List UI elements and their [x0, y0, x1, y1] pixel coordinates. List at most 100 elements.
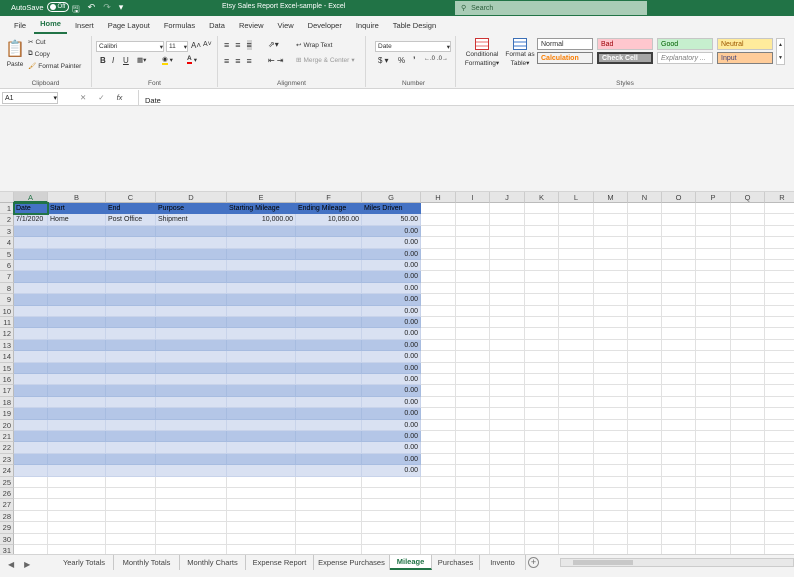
cell-E2[interactable]: 10,000.00	[227, 214, 296, 226]
cell-H3[interactable]	[421, 225, 456, 238]
cell-R5[interactable]	[765, 249, 794, 260]
scrollbar-thumb[interactable]	[573, 560, 633, 565]
cell-L17[interactable]	[559, 385, 594, 397]
cell-B16[interactable]	[48, 374, 106, 386]
shrink-font-button[interactable]: A˅	[203, 41, 212, 48]
column-header-A[interactable]: A	[14, 192, 48, 203]
grow-font-button[interactable]: A˄	[191, 41, 201, 50]
cell-R4[interactable]	[765, 237, 794, 249]
cell-G26[interactable]	[362, 488, 421, 500]
cell-C2[interactable]: Post Office	[106, 214, 156, 226]
cell-P15[interactable]	[696, 362, 731, 374]
cell-H19[interactable]	[421, 408, 456, 420]
cell-P2[interactable]	[696, 214, 731, 226]
cell-O14[interactable]	[662, 351, 696, 363]
cell-E9[interactable]	[227, 294, 296, 306]
cell-E3[interactable]	[227, 225, 296, 238]
cell-F2[interactable]: 10,050.00	[296, 214, 362, 226]
column-header-M[interactable]: M	[594, 192, 628, 203]
cell-O21[interactable]	[662, 431, 696, 443]
cell-F27[interactable]	[296, 499, 362, 511]
cell-O1[interactable]	[662, 203, 696, 215]
cell-L31[interactable]	[559, 545, 594, 554]
cell-B31[interactable]	[48, 545, 106, 554]
row-header-2[interactable]: 2	[0, 214, 14, 226]
column-header-L[interactable]: L	[559, 192, 594, 203]
cell-C4[interactable]	[106, 237, 156, 249]
cell-I5[interactable]	[456, 248, 490, 260]
cell-F12[interactable]	[296, 328, 362, 340]
cell-E26[interactable]	[227, 488, 296, 500]
cell-M1[interactable]	[594, 203, 628, 215]
cell-M7[interactable]	[594, 271, 628, 283]
cell-Q20[interactable]	[731, 419, 765, 431]
cell-A19[interactable]	[14, 408, 48, 420]
cell-R24[interactable]	[765, 465, 794, 477]
cell-P26[interactable]	[696, 488, 731, 500]
cell-N24[interactable]	[628, 465, 662, 477]
cell-C5[interactable]	[106, 248, 156, 260]
cell-M25[interactable]	[594, 476, 628, 488]
cell-P13[interactable]	[696, 339, 731, 352]
cell-Q8[interactable]	[731, 282, 765, 295]
cell-I23[interactable]	[456, 453, 490, 466]
align-left-icon[interactable]: ≡	[224, 56, 229, 66]
cell-L3[interactable]	[559, 225, 594, 238]
cell-P31[interactable]	[696, 545, 731, 554]
cell-I20[interactable]	[456, 419, 490, 431]
cell-I15[interactable]	[456, 362, 490, 374]
comma-button[interactable]: ’	[413, 55, 416, 65]
cell-G5[interactable]: 0.00	[362, 248, 421, 260]
insert-function-icon[interactable]: fx	[117, 93, 123, 102]
cell-G17[interactable]: 0.00	[362, 385, 421, 397]
cell-G18[interactable]: 0.00	[362, 396, 421, 409]
cell-G8[interactable]: 0.00	[362, 282, 421, 295]
row-header-6[interactable]: 6	[0, 260, 14, 272]
cell-D19[interactable]	[156, 408, 227, 420]
currency-button[interactable]: $ ▾	[378, 56, 388, 65]
cell-I28[interactable]	[456, 510, 490, 523]
row-header-18[interactable]: 18	[0, 396, 14, 409]
cell-D18[interactable]	[156, 396, 227, 409]
merge-center-button[interactable]: ⊞ Merge & Center ▾	[296, 56, 355, 65]
cell-K25[interactable]	[525, 476, 559, 488]
select-all-corner[interactable]	[0, 192, 14, 203]
cell-Q21[interactable]	[731, 431, 765, 443]
cell-B8[interactable]	[48, 282, 106, 295]
cell-P9[interactable]	[696, 294, 731, 306]
cell-H30[interactable]	[421, 533, 456, 545]
cell-E1[interactable]: Starting Mileage	[227, 203, 296, 215]
cell-L30[interactable]	[559, 533, 594, 545]
cell-R28[interactable]	[765, 511, 794, 523]
cell-B28[interactable]	[48, 510, 106, 523]
cell-N3[interactable]	[628, 225, 662, 238]
cell-Q16[interactable]	[731, 374, 765, 386]
cell-G23[interactable]: 0.00	[362, 453, 421, 466]
borders-icon[interactable]: ▦▾	[137, 56, 146, 64]
cell-M4[interactable]	[594, 237, 628, 249]
cell-Q1[interactable]	[731, 203, 765, 215]
cell-H15[interactable]	[421, 362, 456, 374]
cell-N8[interactable]	[628, 282, 662, 295]
cell-A1[interactable]: Date	[13, 201, 49, 216]
cell-Q15[interactable]	[731, 362, 765, 374]
cell-Q26[interactable]	[731, 488, 765, 500]
cell-I9[interactable]	[456, 294, 490, 306]
cell-L28[interactable]	[559, 510, 594, 523]
cell-E28[interactable]	[227, 510, 296, 523]
cell-D3[interactable]	[156, 225, 227, 238]
cell-M20[interactable]	[594, 419, 628, 431]
cell-O20[interactable]	[662, 419, 696, 431]
cell-B15[interactable]	[48, 362, 106, 374]
cell-F22[interactable]	[296, 442, 362, 454]
cell-H27[interactable]	[421, 499, 456, 511]
cell-H16[interactable]	[421, 374, 456, 386]
cell-I29[interactable]	[456, 522, 490, 534]
cell-I19[interactable]	[456, 408, 490, 420]
cell-D9[interactable]	[156, 294, 227, 306]
cell-G24[interactable]: 0.00	[362, 465, 421, 477]
column-header-N[interactable]: N	[628, 192, 662, 203]
align-right-icon[interactable]: ≡	[247, 56, 252, 66]
row-header-17[interactable]: 17	[0, 385, 14, 397]
sheet-tab-yearly-totals[interactable]: Yearly Totals	[55, 555, 114, 570]
